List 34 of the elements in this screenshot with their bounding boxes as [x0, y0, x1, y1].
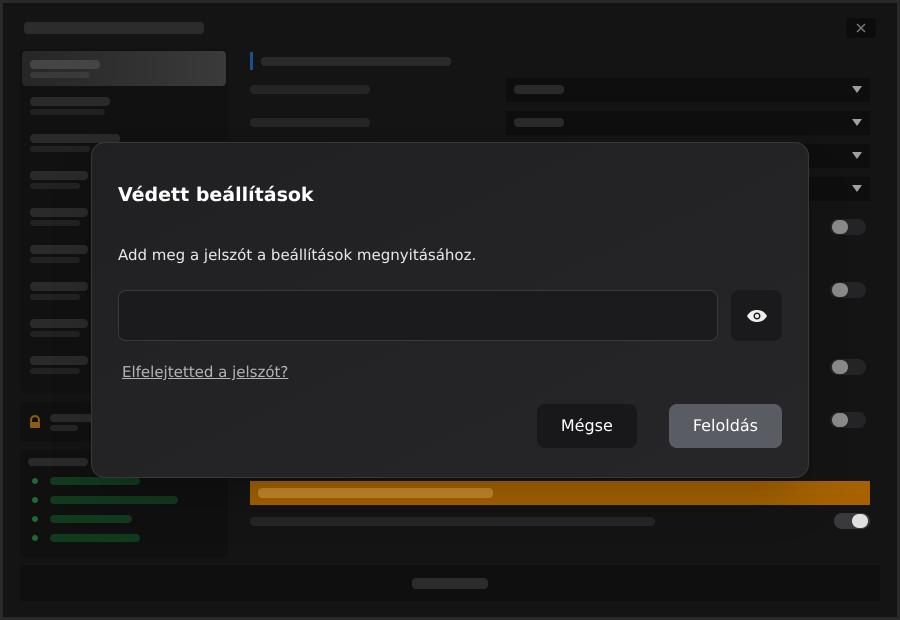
- blurred-text: [30, 282, 88, 290]
- blurred-text: [30, 318, 88, 328]
- blurred-text: [30, 244, 88, 254]
- close-icon: [856, 23, 866, 33]
- caret-icon: [852, 86, 862, 93]
- blurred-text: [28, 458, 88, 466]
- show-password-button[interactable]: [731, 290, 782, 341]
- eye-icon: [746, 308, 768, 322]
- blurred-text: [514, 85, 564, 94]
- sidebar-item[interactable]: [22, 51, 226, 86]
- blurred-text: [30, 146, 90, 152]
- dropdown[interactable]: [506, 110, 870, 134]
- password-field[interactable]: [118, 290, 718, 341]
- caret-icon: [852, 119, 862, 126]
- blurred-text: [514, 118, 564, 127]
- dialog-title: Védett beállítások: [118, 183, 314, 208]
- caret-icon: [852, 152, 862, 159]
- blurred-text: [30, 208, 88, 216]
- lock-icon: [28, 415, 42, 429]
- toggle-switch[interactable]: [830, 282, 866, 298]
- toggle-switch[interactable]: [830, 219, 866, 235]
- close-button[interactable]: [846, 18, 876, 38]
- blurred-text: [30, 356, 88, 364]
- dropdown[interactable]: [506, 78, 870, 102]
- toggle-switch[interactable]: [830, 359, 866, 375]
- blurred-text: [30, 60, 100, 68]
- caret-icon: [852, 185, 862, 192]
- toggle-switch[interactable]: [834, 513, 870, 529]
- unlock-button[interactable]: Feloldás: [668, 404, 782, 448]
- cancel-button[interactable]: Mégse: [536, 404, 637, 448]
- forgot-password-link[interactable]: Elfelejtetted a jelszót?: [122, 361, 288, 384]
- blurred-text: [30, 170, 88, 180]
- dialog-message: Add meg a jelszót a beállítások megnyitásához.: [118, 244, 476, 266]
- toggle-switch[interactable]: [830, 412, 866, 428]
